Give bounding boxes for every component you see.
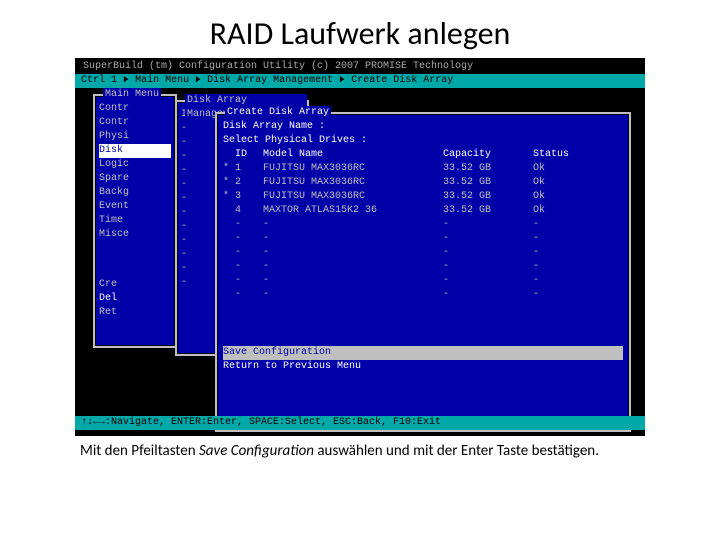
breadcrumb-dam: Disk Array Management <box>207 75 333 86</box>
drive-capacity: 33.52 GB <box>443 162 533 176</box>
drive-model: FUJITSU MAX3036RC <box>263 190 443 204</box>
return-previous-button[interactable]: Return to Previous Menu <box>223 360 623 374</box>
drive-row-empty: ---- <box>223 288 623 302</box>
caption-a: Mit den Pfeiltasten <box>80 442 199 460</box>
disk-array-name-label: Disk Array Name : <box>223 120 623 134</box>
key-hints: ↑↓←→:Navigate, ENTER:Enter, SPACE:Select… <box>75 416 645 430</box>
main-menu-title: Main Menu <box>103 88 161 102</box>
menu-item[interactable]: Time <box>99 214 171 228</box>
main-menu-window: Main Menu Contr Contr Physi Disk Logic S… <box>93 94 177 348</box>
menu-item[interactable]: Contr <box>99 102 171 116</box>
check-icon <box>223 204 235 218</box>
breadcrumb-main: Main Menu <box>135 75 189 86</box>
chevron-right-icon: ► <box>196 74 201 88</box>
drive-row[interactable]: * 3 FUJITSU MAX3036RC 33.52 GB Ok <box>223 190 623 204</box>
drive-row[interactable]: 4 MAXTOR ATLAS15K2 36 33.52 GB Ok <box>223 204 623 218</box>
utility-header: SuperBuild (tm) Configuration Utility (c… <box>83 60 473 74</box>
drive-row-empty: ---- <box>223 232 623 246</box>
drive-model: MAXTOR ATLAS15K2 36 <box>263 204 443 218</box>
check-icon: * <box>223 190 235 204</box>
check-icon: * <box>223 162 235 176</box>
drive-row-empty: ---- <box>223 246 623 260</box>
page-title: RAID Laufwerk anlegen <box>0 0 720 55</box>
drive-row-empty: ---- <box>223 260 623 274</box>
drive-id: 3 <box>235 190 263 204</box>
caption-c: auswählen und mit der Enter Taste bestät… <box>314 442 599 460</box>
drive-id: 4 <box>235 204 263 218</box>
menu-item[interactable]: Misce <box>99 228 171 242</box>
menu-item[interactable]: Ret <box>99 306 171 320</box>
slide-caption: Mit den Pfeiltasten Save Configuration a… <box>80 442 640 461</box>
drive-row[interactable]: * 1 FUJITSU MAX3036RC 33.52 GB Ok <box>223 162 623 176</box>
check-icon: * <box>223 176 235 190</box>
menu-item[interactable]: Logic <box>99 158 171 172</box>
bios-terminal: SuperBuild (tm) Configuration Utility (c… <box>75 58 645 436</box>
menu-item[interactable]: Contr <box>99 116 171 130</box>
drive-capacity: 33.52 GB <box>443 190 533 204</box>
breadcrumb-cda: Create Disk Array <box>351 75 453 86</box>
menu-item[interactable]: Backg <box>99 186 171 200</box>
menu-item[interactable]: Spare <box>99 172 171 186</box>
menu-item[interactable]: Del <box>99 292 171 306</box>
drive-id: 2 <box>235 176 263 190</box>
create-disk-array-window: Create Disk Array Disk Array Name : Sele… <box>215 112 631 432</box>
drive-model: FUJITSU MAX3036RC <box>263 176 443 190</box>
drive-row[interactable]: * 2 FUJITSU MAX3036RC 33.52 GB Ok <box>223 176 623 190</box>
menu-item[interactable]: Event <box>99 200 171 214</box>
drive-capacity: 33.52 GB <box>443 204 533 218</box>
caption-emph: Save Configuration <box>199 442 314 460</box>
drive-model: FUJITSU MAX3036RC <box>263 162 443 176</box>
drive-status: Ok <box>533 204 583 218</box>
chevron-right-icon: ► <box>124 74 129 88</box>
select-drives-label: Select Physical Drives : <box>223 134 623 148</box>
drive-status: Ok <box>533 162 583 176</box>
drive-row-empty: ---- <box>223 218 623 232</box>
drive-capacity: 33.52 GB <box>443 176 533 190</box>
col-id: ID <box>235 148 263 162</box>
col-capacity: Capacity <box>443 148 533 162</box>
drive-status: Ok <box>533 176 583 190</box>
col-status: Status <box>533 148 583 162</box>
drive-id: 1 <box>235 162 263 176</box>
col-model: Model Name <box>263 148 443 162</box>
drive-table-header: ID Model Name Capacity Status <box>223 148 623 162</box>
menu-item-disk[interactable]: Disk <box>99 144 171 158</box>
menu-item[interactable]: Physi <box>99 130 171 144</box>
chevron-right-icon: ► <box>340 74 345 88</box>
breadcrumb: Ctrl 1 ► Main Menu ► Disk Array Manageme… <box>75 74 645 88</box>
cda-title: Create Disk Array <box>225 106 331 120</box>
menu-item[interactable]: Cre <box>99 278 171 292</box>
drive-row-empty: ---- <box>223 274 623 288</box>
save-configuration-button[interactable]: Save Configuration <box>223 346 623 360</box>
breadcrumb-ctrl: Ctrl 1 <box>81 75 117 86</box>
drive-status: Ok <box>533 190 583 204</box>
